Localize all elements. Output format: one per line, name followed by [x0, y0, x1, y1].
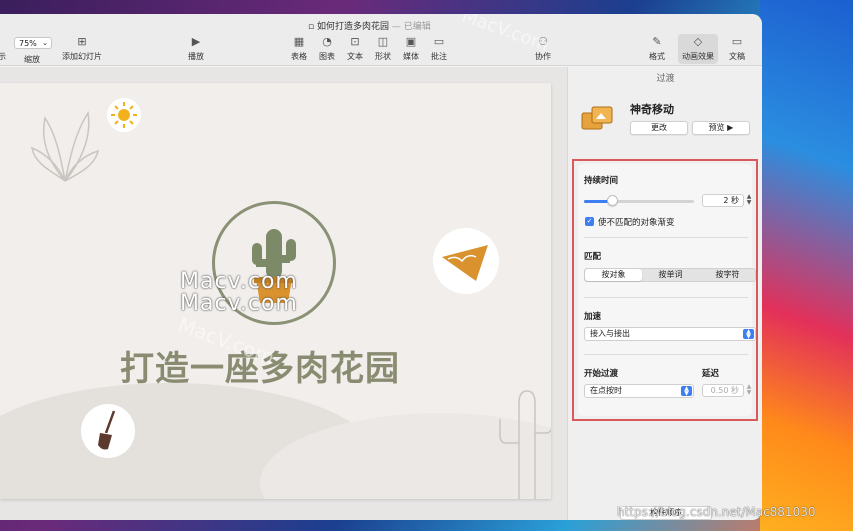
delay-field[interactable]: 0.50 秒: [702, 384, 744, 397]
document-button[interactable]: ▭ 文稿: [729, 36, 745, 62]
acceleration-select[interactable]: 接入与接出 ▲ ▼: [584, 327, 756, 341]
start-transition-label: 开始过渡: [584, 369, 619, 379]
match-by-object[interactable]: 按对象: [585, 269, 642, 281]
zoom-label: 缩放: [24, 55, 40, 64]
animate-button[interactable]: ◇ 动画效果: [678, 34, 718, 64]
text-button[interactable]: ⊡ 文本: [347, 36, 363, 62]
document-icon: ▭: [731, 35, 743, 48]
select-arrows-icon: ▲ ▼: [743, 329, 754, 340]
match-by-word[interactable]: 按单词: [642, 269, 699, 281]
chart-icon: ◔: [322, 35, 332, 48]
slide-canvas[interactable]: 打造一座多肉花园 Macv.com Macv.com MacV.com: [0, 67, 567, 520]
shape-icon: ◫: [377, 35, 389, 48]
inspector-sidebar: 过渡 神奇移动 更改 预览 ▶ 持续时间 2 秒 ▲ ▼ ✓ 使不匹配的对象渐变 …: [567, 67, 762, 520]
divider: [584, 237, 748, 238]
edited-status: — 已编辑: [391, 22, 431, 32]
duration-slider-knob[interactable]: [606, 195, 618, 206]
match-by-character[interactable]: 按字符: [699, 269, 756, 281]
change-button[interactable]: 更改: [630, 121, 688, 135]
divider: [584, 354, 748, 355]
acceleration-label: 加速: [584, 312, 602, 322]
text-box-icon: ⊡: [350, 35, 360, 48]
doc-icon: ▫: [308, 22, 315, 32]
cactus-line-icon: [499, 390, 551, 499]
media-button[interactable]: ▣ 媒体: [403, 36, 419, 62]
play-icon: ▶: [191, 35, 201, 48]
duration-slider[interactable]: [584, 200, 694, 203]
fade-checkbox-label: 使不匹配的对象渐变: [598, 218, 675, 228]
table-button[interactable]: ▦ 表格: [291, 36, 307, 62]
duration-label: 持续时间: [584, 176, 619, 186]
document-title: 如何打造多肉花园: [316, 22, 389, 32]
chevron-down-icon: ⌄: [42, 39, 48, 47]
match-segmented-control: 按对象 按单词 按字符: [584, 268, 756, 282]
table-icon: ▦: [293, 35, 305, 48]
duration-stepper[interactable]: ▲ ▼: [745, 194, 753, 207]
magic-move-icon: [581, 106, 613, 130]
keynote-window: ▫ 如何打造多肉花园 — 已编辑 示 75% ⌄ 缩放 ⊞ 添加幻灯片 ▶ 播放…: [0, 14, 762, 520]
chart-button[interactable]: ◔ 图表: [319, 36, 335, 62]
csdn-watermark: https://blog.csdn.net/Mac881030: [617, 505, 816, 519]
shovel-icon: [81, 404, 135, 458]
desktop-wallpaper: [760, 0, 853, 531]
add-slide-icon: ⊞: [77, 35, 87, 48]
fade-checkbox[interactable]: ✓: [585, 217, 594, 226]
titlebar: ▫ 如何打造多肉花园 — 已编辑 示 75% ⌄ 缩放 ⊞ 添加幻灯片 ▶ 播放…: [0, 14, 762, 66]
preview-button[interactable]: 预览 ▶: [692, 121, 750, 135]
comment-button[interactable]: ▭ 批注: [431, 36, 447, 62]
media-icon: ▣: [405, 35, 417, 48]
pot-shard-icon: [433, 228, 499, 294]
select-arrows-icon: ▲ ▼: [681, 386, 692, 397]
sun-icon: [107, 98, 141, 132]
duration-field[interactable]: 2 秒: [702, 194, 744, 207]
window-title: ▫ 如何打造多肉花园 — 已编辑: [308, 19, 431, 32]
paintbrush-icon: ✎: [652, 35, 662, 48]
delay-stepper[interactable]: ▲ ▼: [745, 384, 753, 397]
delay-label: 延迟: [702, 369, 720, 379]
slide[interactable]: 打造一座多肉花园 Macv.com Macv.com MacV.com: [0, 83, 551, 499]
start-transition-select[interactable]: 在点按时 ▲ ▼: [584, 384, 694, 398]
view-icon: [0, 36, 6, 48]
show-button[interactable]: 示: [0, 36, 6, 62]
zoom-select[interactable]: 75% ⌄: [14, 37, 52, 49]
shape-button[interactable]: ◫ 形状: [375, 36, 391, 62]
transition-options-panel: 持续时间 2 秒 ▲ ▼ ✓ 使不匹配的对象渐变 匹配 按对象 按单词 按字符 加…: [578, 164, 756, 416]
watermark-top: MacV.com: [459, 14, 552, 56]
watermark-text: Macv.com: [180, 291, 298, 316]
add-slide-button[interactable]: ⊞ 添加幻灯片: [62, 36, 102, 62]
succulent-line-icon: [31, 110, 100, 182]
play-button[interactable]: ▶ 播放: [188, 36, 204, 62]
comment-icon: ▭: [433, 35, 445, 48]
inspector-tab-transition[interactable]: 过渡: [568, 71, 762, 84]
diamond-icon: ◇: [693, 35, 703, 48]
format-button[interactable]: ✎ 格式: [649, 36, 665, 62]
match-label: 匹配: [584, 252, 602, 262]
animation-name: 神奇移动: [630, 103, 674, 116]
highlight-box: 持续时间 2 秒 ▲ ▼ ✓ 使不匹配的对象渐变 匹配 按对象 按单词 按字符 加…: [572, 159, 758, 421]
divider: [584, 297, 748, 298]
